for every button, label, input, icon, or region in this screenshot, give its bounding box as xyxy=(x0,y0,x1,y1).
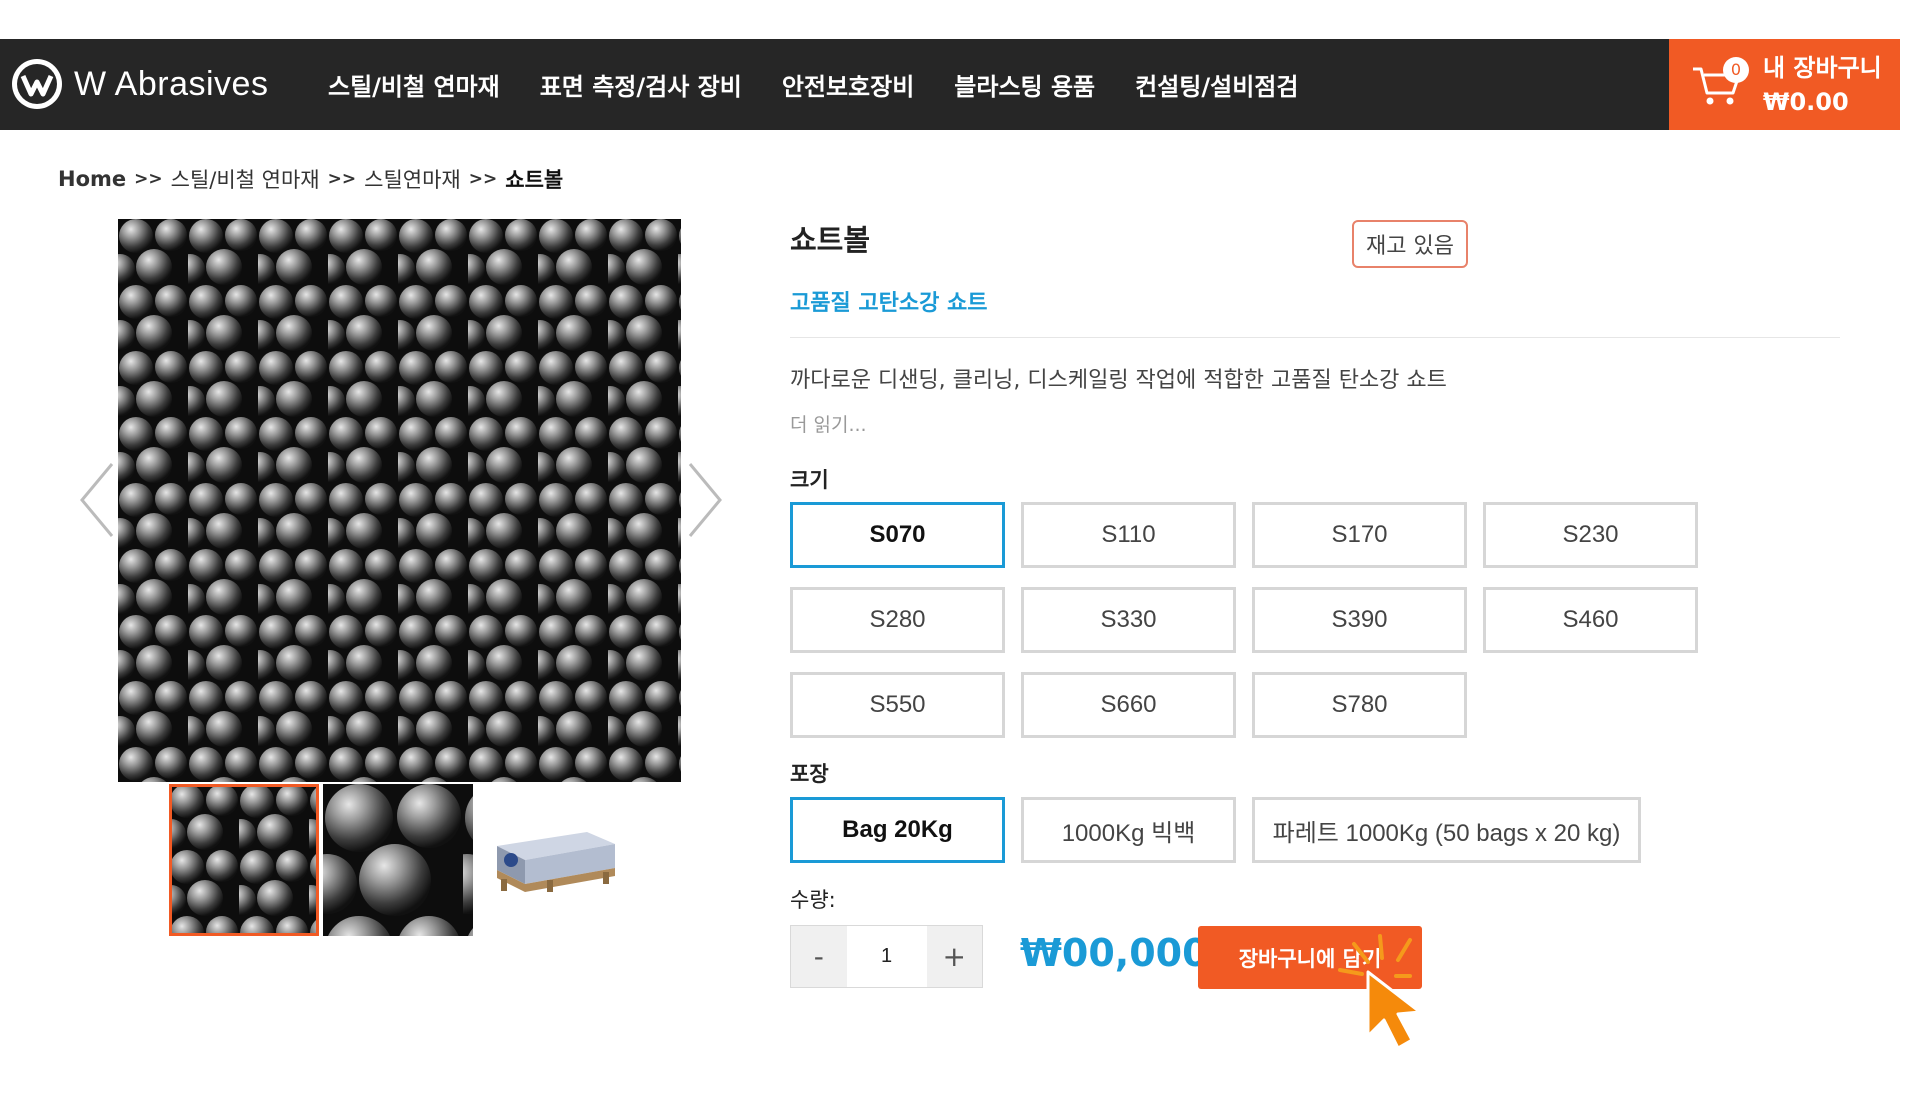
breadcrumb-level1[interactable]: 스틸/비철 연마재 xyxy=(171,164,320,194)
breadcrumb-home[interactable]: Home xyxy=(58,167,126,191)
breadcrumb-separator: >> xyxy=(327,169,357,189)
size-option-s460[interactable]: S460 xyxy=(1483,587,1698,653)
quantity-input[interactable] xyxy=(846,926,927,987)
thumbnail-strip xyxy=(169,784,627,936)
gallery-next-arrow-icon[interactable] xyxy=(686,460,726,540)
breadcrumb-level2[interactable]: 스틸연마재 xyxy=(364,164,461,194)
nav-item-consulting[interactable]: 컨설팅/설비점검 xyxy=(1135,67,1298,102)
product-description: 까다로운 디샌딩, 클리닝, 디스케일링 작업에 적합한 고품질 탄소강 쇼트 xyxy=(790,368,1447,393)
nav-item-surface-measurement[interactable]: 표면 측정/검사 장비 xyxy=(540,67,742,102)
product-title: 쇼트볼 xyxy=(790,223,871,257)
breadcrumb-separator: >> xyxy=(468,169,498,189)
product-subtitle: 고품질 고탄소강 쇼트 xyxy=(790,291,988,316)
box-logo-icon xyxy=(504,853,518,867)
thumbnail-2[interactable] xyxy=(323,784,473,936)
top-header: W Abrasives 스틸/비철 연마재 표면 측정/검사 장비 안전보호장비… xyxy=(0,39,1900,130)
gallery-prev-arrow-icon[interactable] xyxy=(76,460,116,540)
size-option-s780[interactable]: S780 xyxy=(1252,672,1467,738)
stock-status-badge: 재고 있음 xyxy=(1352,220,1468,268)
divider xyxy=(790,337,1840,338)
nav-item-blasting-supplies[interactable]: 블라스팅 용품 xyxy=(954,67,1095,102)
nav-item-safety-equipment[interactable]: 안전보호장비 xyxy=(782,67,914,102)
product-price: ₩00,000 xyxy=(1020,931,1209,975)
breadcrumb: Home >> 스틸/비철 연마재 >> 스틸연마재 >> 쇼트볼 xyxy=(58,164,563,194)
cart-button[interactable]: 0 내 장바구니 ₩0.00 xyxy=(1669,39,1900,130)
brand-logo[interactable]: W Abrasives xyxy=(12,59,268,109)
size-option-s280[interactable]: S280 xyxy=(790,587,1005,653)
size-option-s070[interactable]: S070 xyxy=(790,502,1005,568)
size-option-label: 크기 xyxy=(790,468,829,492)
quantity-decrease-button[interactable]: - xyxy=(791,926,847,987)
size-option-s390[interactable]: S390 xyxy=(1252,587,1467,653)
quantity-increase-button[interactable]: + xyxy=(926,926,982,987)
thumbnail-3[interactable] xyxy=(477,784,627,936)
cart-total: ₩0.00 xyxy=(1763,87,1849,116)
brand-name: W Abrasives xyxy=(74,64,269,103)
breadcrumb-current: 쇼트볼 xyxy=(505,168,564,192)
pack-option-pallet[interactable]: 파레트 1000Kg (50 bags x 20 kg) xyxy=(1252,797,1641,863)
size-option-s230[interactable]: S230 xyxy=(1483,502,1698,568)
cart-summary: 내 장바구니 ₩0.00 xyxy=(1763,51,1882,119)
pack-option-1000kg-bigbag[interactable]: 1000Kg 빅백 xyxy=(1021,797,1236,863)
pack-option-bag-20kg[interactable]: Bag 20Kg xyxy=(790,797,1005,863)
size-option-s330[interactable]: S330 xyxy=(1021,587,1236,653)
main-nav: 스틸/비철 연마재 표면 측정/검사 장비 안전보호장비 블라스팅 용품 컨설팅… xyxy=(328,39,1298,130)
cart-count-badge: 0 xyxy=(1723,56,1749,83)
cart-icon: 0 xyxy=(1691,56,1749,107)
add-to-cart-button[interactable]: 장바구니에 담기 xyxy=(1198,926,1422,989)
breadcrumb-separator: >> xyxy=(134,169,163,189)
logo-mark-icon xyxy=(12,59,62,109)
read-more-link[interactable]: 더 읽기... xyxy=(790,410,867,437)
packaging-option-label: 포장 xyxy=(790,762,829,786)
size-option-s550[interactable]: S550 xyxy=(790,672,1005,738)
thumbnail-1[interactable] xyxy=(169,784,319,936)
size-option-s660[interactable]: S660 xyxy=(1021,672,1236,738)
size-option-s110[interactable]: S110 xyxy=(1021,502,1236,568)
nav-item-steel-abrasives[interactable]: 스틸/비철 연마재 xyxy=(328,67,500,102)
product-main-image xyxy=(118,219,681,782)
cart-label: 내 장바구니 xyxy=(1763,53,1882,82)
quantity-stepper: - + xyxy=(790,925,983,988)
quantity-label: 수량: xyxy=(790,888,836,912)
size-option-s170[interactable]: S170 xyxy=(1252,502,1467,568)
